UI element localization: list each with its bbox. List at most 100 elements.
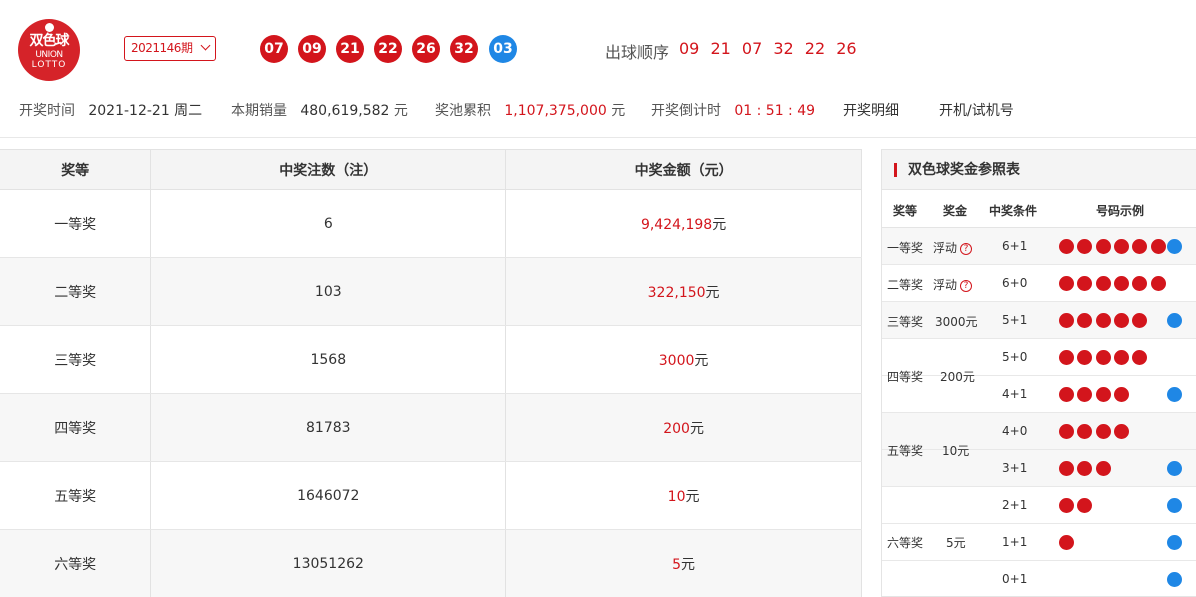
example-red-ball [1059,535,1074,550]
ref-money: 10元 [942,444,970,458]
red-ball: 22 [374,35,402,63]
example-red-ball [1077,461,1093,476]
amount-value: 322,150 [647,284,706,301]
ref-header-level: 奖等 [893,204,918,218]
example-red-ball [1059,387,1074,402]
countdown-value: 01 : 51 : 49 [734,103,816,119]
example-red-ball [1113,350,1129,365]
pool-label: 奖池累积 [435,103,491,119]
union-lotto-logo: 双色球 UNION LOTTO [18,19,80,81]
example-red-ball [1077,387,1093,402]
reference-header: 奖等 奖金 中奖条件 号码示例 [882,190,1196,228]
example-red-ball [1059,313,1074,328]
ref-money: 3000元 [935,315,978,329]
table-row: 一等奖 6 9,424,198元 [0,189,862,258]
example-red-ball [1059,424,1074,439]
winner-count: 81783 [150,393,507,462]
example-red-ball [1059,276,1074,291]
ref-money-text: 浮动 [933,241,958,255]
ref-level: 五等奖 [887,444,924,458]
ref-header-money: 奖金 [943,204,968,218]
ref-level: 三等奖 [887,315,924,329]
example-blue-ball [1167,461,1182,476]
example-red-ball [1077,350,1093,365]
ref-level: 四等奖 [887,370,924,384]
winner-count: 6 [150,189,507,258]
prize-level: 二等奖 [0,257,152,326]
draw-detail-link[interactable]: 开奖明细 [843,100,899,120]
table-row: 五等奖 1646072 10元 [0,461,862,530]
amount-value: 10 [667,488,686,505]
header-amount: 中奖金额（元） [505,149,862,190]
example-blue-ball [1167,313,1182,328]
example-red-ball [1132,350,1148,365]
amount-unit: 元 [681,556,696,573]
prize-level: 五等奖 [0,461,152,530]
countdown-label: 开奖倒计时 [651,103,721,119]
prize-amount: 322,150元 [505,257,862,326]
prize-amount: 9,424,198元 [505,189,862,258]
example-red-ball [1095,276,1111,291]
example-red-ball [1095,387,1111,402]
ref-prize-group: 二等奖 浮动? [882,265,1032,302]
prize-table: 奖等 中奖注数（注） 中奖金额（元） 一等奖 6 9,424,198元 二等奖 … [0,149,862,597]
prize-amount: 10元 [505,461,862,530]
reference-title: 双色球奖金参照表 [882,150,1196,190]
red-ball: 07 [260,35,288,63]
amount-unit: 元 [689,420,704,437]
example-red-ball [1095,350,1111,365]
pool-unit: 元 [611,103,626,119]
ref-header-condition: 中奖条件 [989,204,1038,218]
period-select[interactable]: 2021146期 [124,36,216,61]
example-red-ball [1095,461,1111,476]
help-icon[interactable]: ? [960,280,973,292]
example-red-ball [1150,276,1166,291]
header-level: 奖等 [0,149,152,190]
example-blue-ball [1167,387,1182,402]
sales-value: 480,619,582 [300,103,390,119]
example-red-ball [1059,461,1074,476]
countdown: 开奖倒计时 01 : 51 : 49 [651,100,815,120]
prize-level: 三等奖 [0,325,152,394]
title-accent-bar [894,163,897,177]
ref-header-example: 号码示例 [1096,204,1145,218]
table-row: 三等奖 1568 3000元 [0,325,862,394]
red-ball: 26 [412,35,440,63]
ref-prize-group: 四等奖 200元 [882,339,1032,413]
winner-count: 103 [150,257,507,326]
sales-unit: 元 [393,103,408,119]
chevron-down-icon [200,40,211,51]
example-red-ball [1059,350,1074,365]
winner-count: 1568 [150,325,507,394]
example-red-ball [1132,313,1148,328]
amount-unit: 元 [685,488,700,505]
winner-count: 1646072 [150,461,507,530]
draw-order-label: 出球顺序 [605,43,670,62]
example-blue-ball [1167,535,1182,550]
test-number-link[interactable]: 开机/试机号 [939,100,1014,120]
example-red-ball [1113,387,1129,402]
header-count: 中奖注数（注） [150,149,507,190]
prize-amount: 5元 [505,529,862,597]
red-ball: 09 [298,35,326,63]
pool-value: 1,107,375,000 [504,103,607,119]
logo-subtext-2: LOTTO [31,60,67,70]
ref-money: 5元 [946,536,966,550]
ref-level: 六等奖 [887,536,924,550]
ref-money: 浮动? [933,239,973,256]
header-divider [0,137,1196,138]
amount-value: 200 [663,420,690,437]
amount-unit: 元 [712,216,727,233]
red-ball: 32 [450,35,478,63]
example-blue-ball [1167,498,1182,513]
ref-level: 二等奖 [887,278,924,292]
help-icon[interactable]: ? [960,243,973,255]
ref-prize-group: 五等奖 10元 [882,413,1032,487]
ref-money: 浮动? [933,276,973,293]
jackpot-pool: 奖池累积 1,107,375,000 元 [435,100,625,120]
example-red-ball [1113,424,1129,439]
table-row: 二等奖 103 322,150元 [0,257,862,326]
example-red-ball [1059,239,1074,254]
prize-amount: 3000元 [505,325,862,394]
example-red-ball [1095,239,1111,254]
